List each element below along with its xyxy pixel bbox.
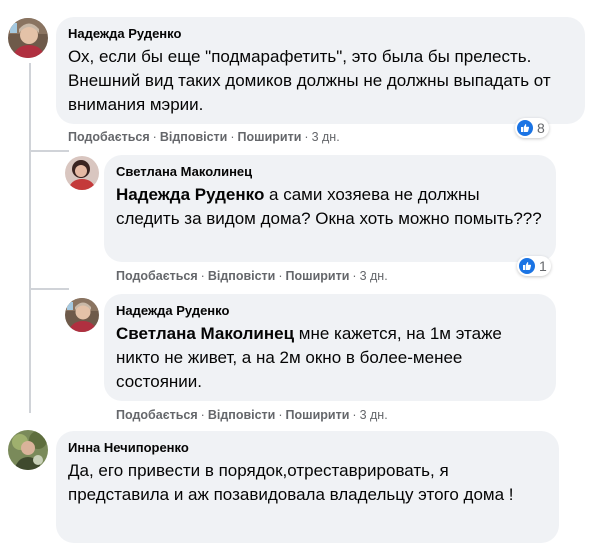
comment-bubble: Инна Нечипоренко Да, его привести в поря… <box>56 431 559 543</box>
like-icon <box>519 258 535 274</box>
comment-bubble: Надежда Руденко Светлана Маколинец мне к… <box>104 294 556 401</box>
thread-branch <box>29 288 69 290</box>
share-link[interactable]: Поширити <box>286 408 350 422</box>
comment-bubble: Надежда Руденко Ох, если бы еще "подмара… <box>56 17 585 124</box>
reply-link[interactable]: Відповісти <box>208 408 276 422</box>
comment-text: Ох, если бы еще "подмарафетить", это был… <box>68 47 551 114</box>
reply-link[interactable]: Відповісти <box>208 269 276 283</box>
user-photo-icon <box>8 430 48 470</box>
like-link[interactable]: Подобається <box>116 408 198 422</box>
avatar[interactable] <box>8 430 48 470</box>
comment-text: Да, его привести в порядок,отреставриров… <box>68 461 514 504</box>
user-photo-icon <box>65 298 99 332</box>
comment-author[interactable]: Светлана Маколинец <box>116 163 544 180</box>
mention-link[interactable]: Надежда Руденко <box>116 185 264 204</box>
reply-link[interactable]: Відповісти <box>160 130 228 144</box>
mention-link[interactable]: Светлана Маколинец <box>116 324 294 343</box>
comment-text: Светлана Маколинец мне кажется, на 1м эт… <box>116 324 502 391</box>
avatar[interactable] <box>8 18 48 58</box>
timestamp[interactable]: 3 дн. <box>360 408 388 422</box>
user-photo-icon <box>65 156 99 190</box>
reaction-count: 1 <box>539 258 547 274</box>
timestamp[interactable]: 3 дн. <box>360 269 388 283</box>
share-link[interactable]: Поширити <box>286 269 350 283</box>
comment-actions: Подобається · Відповісти · Поширити · 3 дн. <box>116 408 388 422</box>
comment-actions: Подобається · Відповісти · Поширити · 3 дн. <box>68 130 340 144</box>
comment-author[interactable]: Инна Нечипоренко <box>68 439 547 456</box>
comment-author[interactable]: Надежда Руденко <box>116 302 544 319</box>
reaction-summary[interactable]: 1 <box>517 256 551 276</box>
comment-actions: Подобається · Відповісти · Поширити · 3 дн. <box>116 269 388 283</box>
comment-bubble: Светлана Маколинец Надежда Руденко а сам… <box>104 155 556 262</box>
thread-branch <box>29 150 69 152</box>
like-icon <box>517 120 533 136</box>
avatar[interactable] <box>65 156 99 190</box>
comment-author[interactable]: Надежда Руденко <box>68 25 573 42</box>
timestamp[interactable]: 3 дн. <box>312 130 340 144</box>
reaction-count: 8 <box>537 120 545 136</box>
share-link[interactable]: Поширити <box>238 130 302 144</box>
thread-line <box>29 63 31 413</box>
avatar[interactable] <box>65 298 99 332</box>
like-link[interactable]: Подобається <box>116 269 198 283</box>
user-photo-icon <box>8 18 48 58</box>
comment-text: Надежда Руденко а сами хозяева не должны… <box>116 185 542 228</box>
reaction-summary[interactable]: 8 <box>515 118 549 138</box>
like-link[interactable]: Подобається <box>68 130 150 144</box>
